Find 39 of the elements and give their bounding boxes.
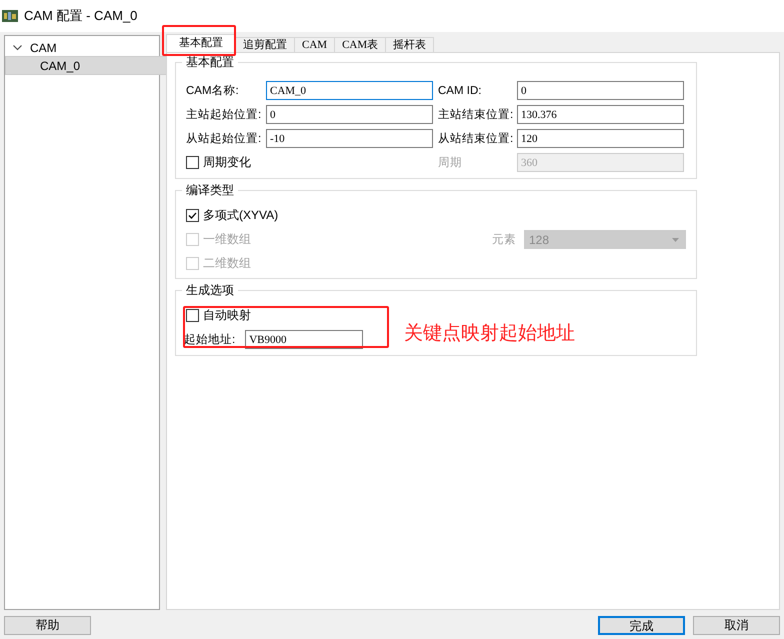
tab[interactable]: CAM表 <box>334 37 386 52</box>
dialog-button[interactable]: 完成 <box>598 616 685 635</box>
window-title: CAM 配置 - CAM_0 <box>24 7 138 25</box>
dialog-button[interactable]: 取消 <box>693 616 780 635</box>
checkbox-label: 多项式(XYVA) <box>203 207 278 224</box>
text-field[interactable]: -10 <box>266 129 433 148</box>
tab[interactable]: 基本配置 <box>166 34 236 52</box>
field-label: CAM名称: <box>186 84 240 98</box>
field-label: 起始地址: <box>184 332 236 347</box>
field-label: 主站起始位置: <box>186 107 262 122</box>
checkbox[interactable] <box>186 309 199 322</box>
chevron-icon[interactable] <box>13 44 22 50</box>
checkbox-label: 二维数组 <box>203 255 251 272</box>
annotation-text: 关键点映射起始地址 <box>404 322 575 346</box>
tree-item[interactable]: CAM <box>5 39 159 56</box>
group-title: 生成选项 <box>182 283 238 297</box>
text-field[interactable]: 0 <box>517 81 684 100</box>
field-label: CAM ID: <box>438 84 482 96</box>
field-label: 周期 <box>438 156 463 170</box>
text-field[interactable]: CAM_0 <box>266 81 433 100</box>
tree-item[interactable]: CAM_0 <box>5 56 167 75</box>
checkbox-label: 自动映射 <box>203 307 251 324</box>
field-label: 元素 <box>492 232 516 247</box>
tab[interactable]: 摇杆表 <box>385 37 434 52</box>
group-title: 基本配置 <box>182 55 238 69</box>
checkbox-label: 周期变化 <box>203 154 251 171</box>
checkbox-label: 一维数组 <box>203 231 251 248</box>
app-icon <box>2 10 18 22</box>
text-field[interactable]: 130.376 <box>517 105 684 124</box>
checkbox[interactable] <box>186 156 199 169</box>
text-field[interactable]: 0 <box>266 105 433 124</box>
field-label: 从站结束位置: <box>438 132 514 146</box>
dialog-button[interactable]: 帮助 <box>4 616 91 635</box>
group-title: 编译类型 <box>182 183 238 197</box>
text-field[interactable]: 120 <box>517 129 684 148</box>
checkbox[interactable] <box>186 209 199 222</box>
field-label: 主站结束位置: <box>438 107 514 122</box>
field-label: 从站起始位置: <box>186 132 262 146</box>
tab[interactable]: 追剪配置 <box>235 37 295 52</box>
